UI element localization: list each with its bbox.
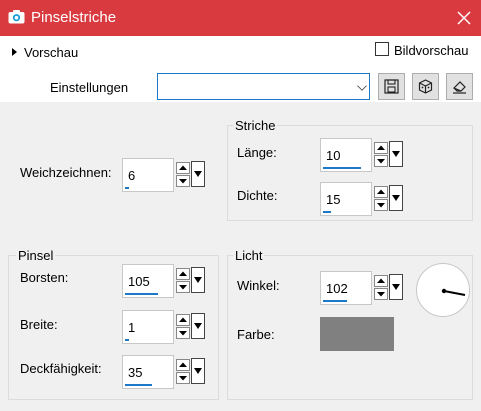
big-preview-label: Bildvorschau [394,43,469,58]
angle-label: Winkel: [237,278,280,293]
length-value: 10 [326,148,341,163]
save-icon [384,79,399,94]
bristles-value: 105 [128,274,150,289]
value-indicator [125,384,152,386]
expand-arrow-icon [12,48,17,56]
width-stepper[interactable]: 1 [122,310,206,344]
opacity-input[interactable]: 35 [122,355,174,389]
bristles-label: Borsten: [20,270,69,285]
length-input[interactable]: 10 [320,138,372,172]
arrow-up-icon[interactable] [374,275,388,287]
save-preset-button[interactable] [378,73,405,100]
opacity-value: 35 [128,365,143,380]
arrow-down-icon[interactable] [176,372,190,384]
slider-dropdown-button[interactable] [191,358,205,384]
opacity-stepper[interactable]: 35 [122,355,206,389]
arrow-up-icon[interactable] [374,142,388,154]
value-indicator [323,300,347,302]
arrow-up-icon[interactable] [374,186,388,198]
width-label: Breite: [20,317,58,332]
slider-dropdown-button[interactable] [389,141,403,167]
length-stepper[interactable]: 10 [320,138,404,172]
value-indicator [125,293,158,295]
density-input[interactable]: 15 [320,182,372,216]
window-title: Pinselstriche [31,9,117,26]
brush-group-title: Pinsel [16,248,56,263]
preview-toggle[interactable]: Vorschau [12,45,78,60]
arrow-up-icon[interactable] [176,314,190,326]
eraser-icon [452,81,466,94]
reset-preset-button[interactable] [446,73,473,100]
softness-value: 6 [128,168,136,183]
width-value: 1 [128,320,136,335]
arrow-down-icon[interactable] [176,175,190,187]
density-value: 15 [326,192,341,207]
slider-dropdown-button[interactable] [191,161,205,187]
light-color-swatch[interactable] [320,317,394,351]
strokes-group-title: Striche [233,118,278,133]
arrow-down-icon[interactable] [374,155,388,167]
angle-dial[interactable] [416,263,470,317]
length-label: Länge: [237,145,277,160]
big-preview-checkbox[interactable] [375,42,389,56]
softness-input[interactable]: 6 [122,158,174,192]
value-indicator [125,187,129,189]
slider-dropdown-button[interactable] [389,185,403,211]
random-preset-button[interactable] [412,73,439,100]
slider-dropdown-button[interactable] [191,313,205,339]
close-icon[interactable] [452,6,476,30]
value-indicator [323,211,331,213]
light-group-title: Licht [233,248,265,263]
arrow-up-icon[interactable] [176,162,190,174]
opacity-label: Deckfähigkeit: [20,361,102,376]
slider-dropdown-button[interactable] [389,274,403,300]
slider-dropdown-button[interactable] [191,267,205,293]
angle-value: 102 [326,281,348,296]
bristles-input[interactable]: 105 [122,264,174,298]
dial-needle-icon [441,288,466,296]
arrow-down-icon[interactable] [176,327,190,339]
angle-stepper[interactable]: 102 [320,271,404,305]
settings-label: Einstellungen [50,80,129,95]
arrow-up-icon[interactable] [176,359,190,371]
density-label: Dichte: [237,188,278,203]
title-bar: Pinselstriche [0,0,481,36]
arrow-down-icon[interactable] [374,288,388,300]
chevron-down-icon [357,81,367,91]
width-input[interactable]: 1 [122,310,174,344]
softness-label: Weichzeichnen: [20,165,112,180]
bristles-stepper[interactable]: 105 [122,264,206,298]
preview-label: Vorschau [24,45,79,60]
cube-icon [418,79,433,94]
softness-stepper[interactable]: 6 [122,158,206,192]
value-indicator [125,339,129,341]
angle-input[interactable]: 102 [320,271,372,305]
color-label: Farbe: [237,327,275,342]
density-stepper[interactable]: 15 [320,182,404,216]
settings-dropdown[interactable] [157,73,370,100]
arrow-down-icon[interactable] [374,199,388,211]
arrow-up-icon[interactable] [176,268,190,280]
arrow-down-icon[interactable] [176,281,190,293]
value-indicator [323,167,361,169]
camera-icon [8,10,25,24]
